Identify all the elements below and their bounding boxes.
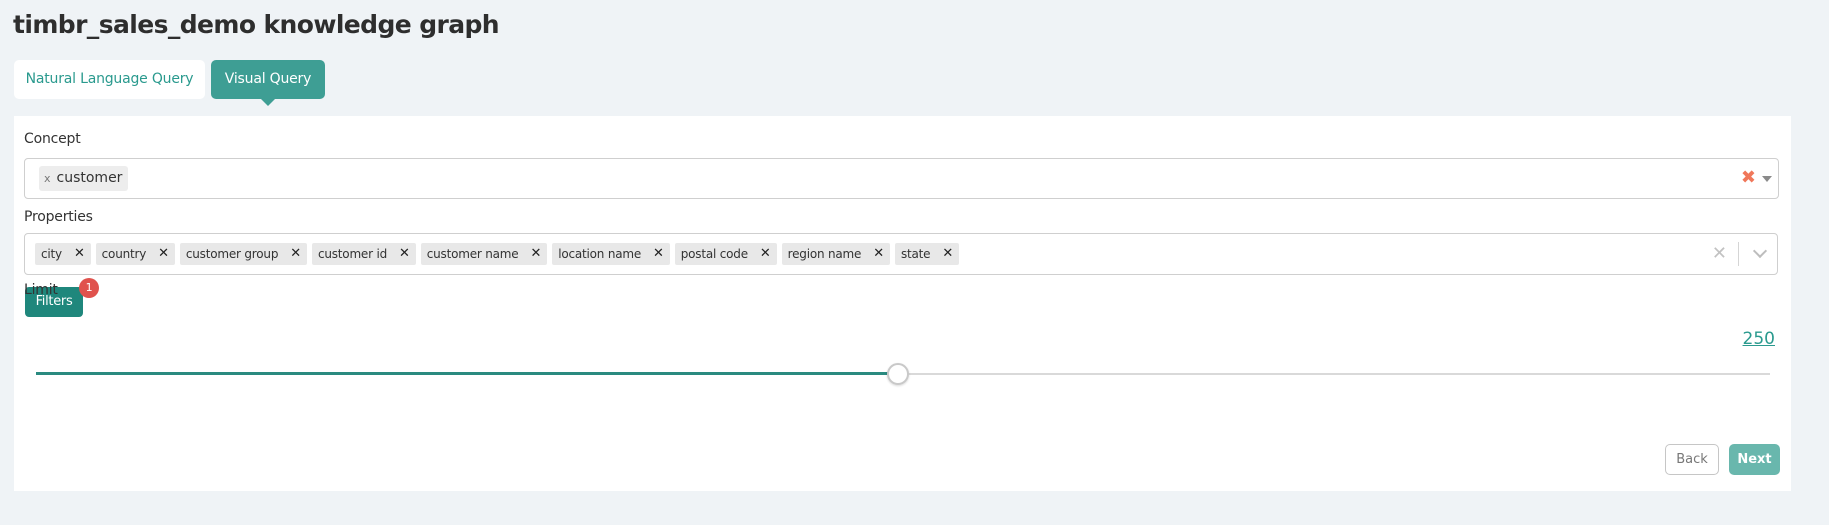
properties-label: Properties [24,209,93,225]
property-chip-label: country [101,247,147,261]
properties-separator [1738,242,1739,266]
property-chip: customer name ✕ [420,243,548,265]
limit-value[interactable]: 250 [1743,329,1775,349]
remove-property-icon[interactable]: ✕ [873,243,884,265]
limit-label: Limit [24,282,58,298]
concept-dropdown-arrow-icon[interactable] [1762,176,1772,182]
property-chip: customer group ✕ [179,243,307,265]
property-chip: state ✕ [894,243,960,265]
remove-property-icon[interactable]: ✕ [942,243,953,265]
property-chip: country ✕ [95,243,175,265]
concept-chip-label: customer [56,170,123,186]
property-chip: location name ✕ [552,243,670,265]
tab-natural-language-query[interactable]: Natural Language Query [14,60,205,99]
properties-select[interactable]: city ✕ country ✕ customer group ✕ customer id ✕… [24,233,1778,275]
back-button[interactable]: Back [1665,444,1719,475]
property-chip-label: customer id [317,247,388,261]
property-chip-label: state [900,247,931,261]
property-chip-label: region name [787,247,862,261]
property-chip-label: city [41,247,62,261]
property-chip: region name ✕ [781,243,890,265]
property-chip: postal code ✕ [674,243,777,265]
property-chip: customer id ✕ [311,243,416,265]
visual-query-panel: Concept x customer ✖ Properties city ✕ coun… [14,116,1791,491]
property-chip-label: postal code [680,247,748,261]
concept-chip-remove-icon[interactable]: x [44,172,51,185]
concept-chip: x customer [39,166,129,191]
limit-slider-handle[interactable] [886,363,909,385]
remove-property-icon[interactable]: ✕ [290,243,301,265]
property-chip-label: customer name [426,247,519,261]
remove-property-icon[interactable]: ✕ [653,243,664,265]
clear-concept-icon[interactable]: ✖ [1741,168,1756,188]
remove-property-icon[interactable]: ✕ [760,243,771,265]
remove-property-icon[interactable]: ✕ [158,243,169,265]
tab-visual-query[interactable]: Visual Query [211,60,325,106]
concept-select[interactable]: x customer ✖ [24,158,1779,199]
chevron-down-icon[interactable] [1752,243,1768,259]
concept-label: Concept [24,131,81,147]
property-chip: city ✕ [35,243,91,265]
property-chip-label: customer group [185,247,279,261]
property-chip-label: location name [558,247,642,261]
clear-properties-icon[interactable]: ✕ [1712,243,1727,265]
properties-chip-list: city ✕ country ✕ customer group ✕ customer id ✕… [35,243,960,265]
remove-property-icon[interactable]: ✕ [530,243,541,265]
next-button[interactable]: Next [1729,444,1780,475]
filters-count-badge: 1 [79,278,99,298]
remove-property-icon[interactable]: ✕ [399,243,410,265]
remove-property-icon[interactable]: ✕ [74,243,85,265]
limit-slider-fill [36,372,898,375]
page-title: timbr_sales_demo knowledge graph [13,10,500,39]
